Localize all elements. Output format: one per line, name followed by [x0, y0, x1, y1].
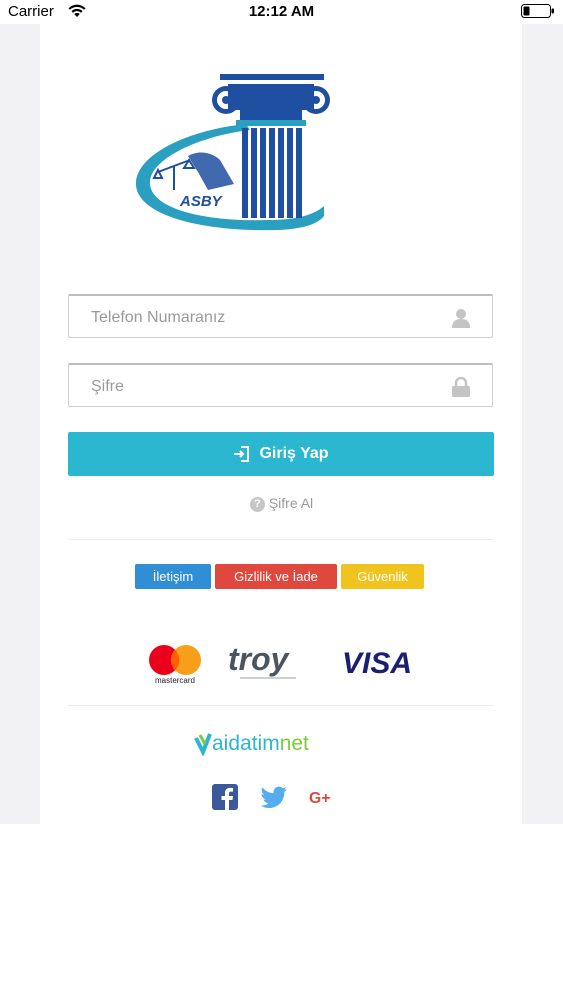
status-bar: Carrier 12:12 AM — [0, 0, 563, 24]
visa-text: VISA — [342, 647, 412, 679]
brand-suffix: net — [280, 732, 309, 755]
logo-text: ASBY — [179, 193, 224, 210]
user-icon — [452, 309, 470, 328]
lock-icon — [452, 376, 470, 397]
mastercard-logo: mastercard — [149, 645, 201, 685]
privacy-button[interactable]: Gizlilik ve İade — [215, 564, 337, 589]
password-input[interactable] — [89, 365, 443, 408]
clock: 12:12 AM — [248, 3, 315, 20]
divider — [68, 705, 494, 706]
forgot-password-label: Şifre Al — [268, 495, 314, 511]
troy-text: troy — [228, 642, 291, 677]
svg-text:G+: G+ — [309, 790, 330, 807]
blank-area — [0, 824, 563, 1000]
password-field[interactable] — [68, 363, 493, 408]
contact-button[interactable]: İletişim — [135, 564, 211, 589]
brand-prefix: aidatim — [212, 732, 280, 755]
mastercard-text: mastercard — [155, 676, 195, 685]
login-button-label: Giriş Yap — [259, 445, 329, 462]
visa-logo: VISA — [342, 647, 412, 679]
google-plus-icon[interactable]: G+ — [309, 784, 337, 810]
asby-logo: ASBY — [135, 74, 330, 231]
troy-logo: troy — [228, 642, 296, 679]
forgot-password-link[interactable]: ? Şifre Al — [0, 495, 563, 512]
phone-input[interactable] — [89, 296, 443, 339]
divider — [68, 539, 494, 540]
sign-in-icon — [234, 446, 250, 462]
facebook-icon[interactable] — [211, 784, 239, 810]
battery-icon — [521, 4, 554, 18]
question-circle-icon: ? — [249, 497, 265, 512]
aidatimnet-logo: aidatimnet — [194, 732, 309, 756]
phone-field[interactable] — [68, 294, 493, 339]
security-button[interactable]: Güvenlik — [341, 564, 424, 589]
svg-text:aidatimnet: aidatimnet — [212, 732, 309, 755]
login-button[interactable]: Giriş Yap — [68, 432, 494, 476]
twitter-icon[interactable] — [260, 784, 288, 810]
